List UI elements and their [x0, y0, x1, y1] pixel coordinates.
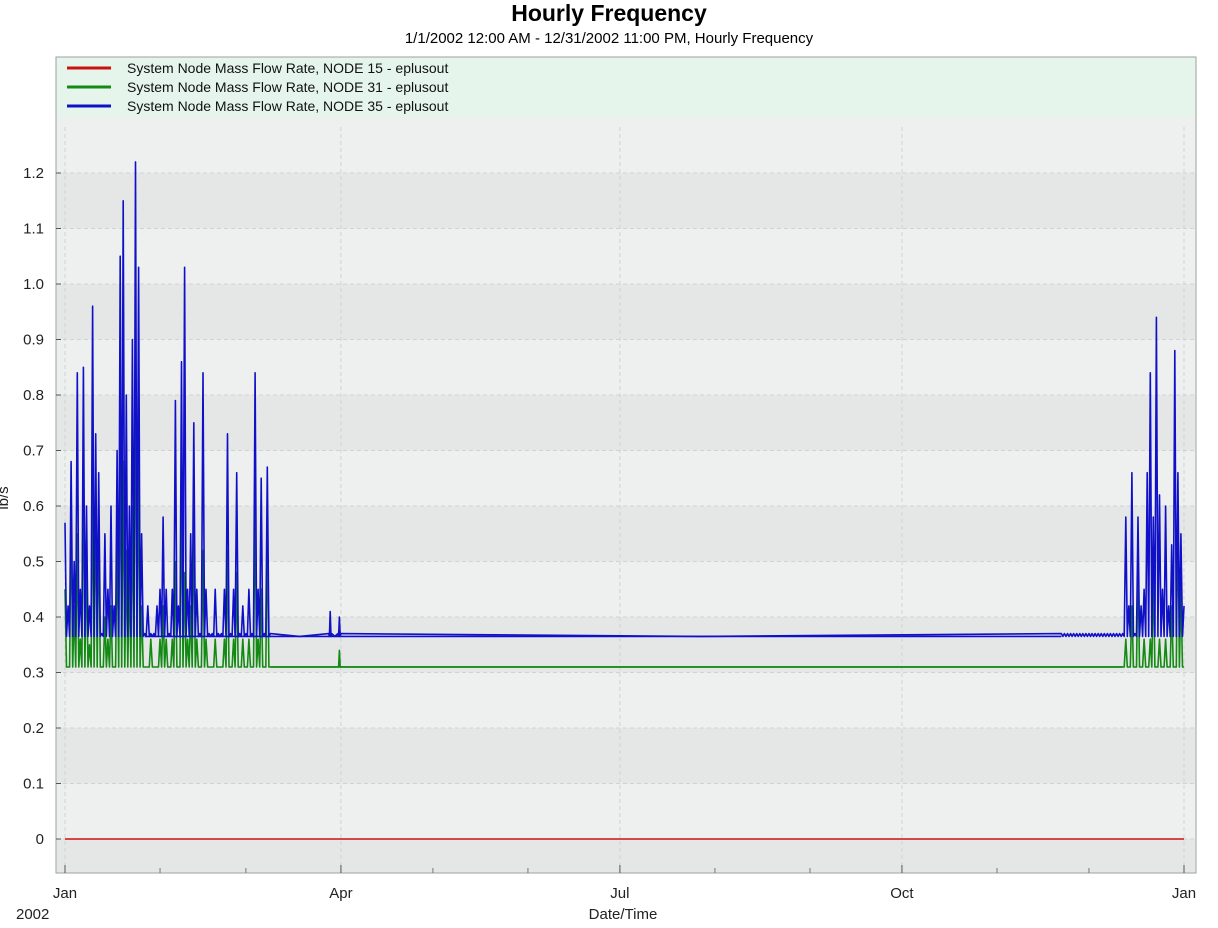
plot-band	[57, 728, 1195, 784]
x-year-label: 2002	[16, 906, 49, 923]
x-tick-label: Oct	[890, 885, 914, 902]
plot-band	[57, 173, 1195, 229]
x-axis-label: Date/Time	[589, 906, 658, 923]
y-tick-label: 0.7	[23, 443, 44, 460]
y-tick-label: 0.4	[23, 609, 44, 626]
x-tick-label: Jul	[610, 885, 629, 902]
y-tick-label: 1.2	[23, 165, 44, 182]
legend-entry: System Node Mass Flow Rate, NODE 31 - ep…	[127, 79, 448, 95]
legend-entry: System Node Mass Flow Rate, NODE 35 - ep…	[127, 98, 448, 114]
y-tick-label: 1.1	[23, 221, 44, 238]
y-tick-label: 0.6	[23, 498, 44, 515]
x-tick-label: Jan	[53, 885, 77, 902]
y-tick-label: 0.5	[23, 554, 44, 571]
y-tick-label: 0.1	[23, 776, 44, 793]
y-tick-label: 0.3	[23, 665, 44, 682]
x-tick-label: Apr	[329, 885, 352, 902]
y-tick-label: 0.2	[23, 720, 44, 737]
legend-entry: System Node Mass Flow Rate, NODE 15 - ep…	[127, 60, 448, 76]
y-tick-label: 0.8	[23, 387, 44, 404]
y-tick-label: 0	[36, 831, 44, 848]
y-tick-label: 1.0	[23, 276, 44, 293]
chart-svg: System Node Mass Flow Rate, NODE 15 - ep…	[0, 56, 1197, 923]
legend[interactable]: System Node Mass Flow Rate, NODE 15 - ep…	[57, 58, 1195, 117]
x-tick-label: Jan	[1172, 885, 1196, 902]
y-tick-label: 0.9	[23, 332, 44, 349]
y-axis: 0 0.1 0.2 0.3 0.4 0.5 0.6 0.7 0.8 0.9 1.0 1.1 1.2	[23, 165, 61, 848]
plot-band	[57, 839, 1195, 873]
y-axis-label: lb/s	[0, 486, 12, 509]
plot-band	[57, 284, 1195, 340]
